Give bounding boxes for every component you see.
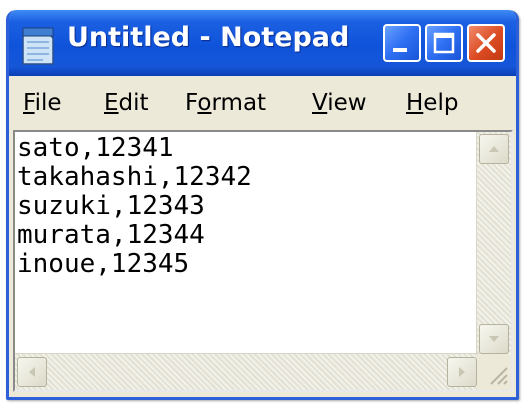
close-icon xyxy=(476,33,496,53)
text-line: sato,12341 xyxy=(17,134,174,163)
vertical-scrollbar[interactable] xyxy=(476,132,511,356)
text-line: murata,12344 xyxy=(17,220,205,250)
notepad-icon[interactable] xyxy=(21,26,55,66)
text-line: takahashi,12342 xyxy=(17,162,252,192)
close-button[interactable] xyxy=(467,24,505,62)
menu-edit[interactable]: Edit xyxy=(104,90,149,116)
size-grip[interactable] xyxy=(477,354,511,390)
horizontal-scrollbar[interactable] xyxy=(15,353,479,390)
scroll-up-arrow-icon xyxy=(489,146,499,152)
window-title: Untitled - Notepad xyxy=(67,22,350,53)
scroll-left-arrow-icon xyxy=(29,367,35,377)
text-line: inoue,12345 xyxy=(17,249,190,279)
scroll-down-button[interactable] xyxy=(479,324,509,354)
menu-file[interactable]: File xyxy=(23,90,62,116)
minimize-button[interactable] xyxy=(383,24,421,62)
scroll-down-arrow-icon xyxy=(489,336,499,342)
title-bar[interactable]: Untitled - Notepad xyxy=(9,10,516,76)
menu-help[interactable]: Help xyxy=(406,90,458,116)
minimize-icon xyxy=(393,48,407,52)
editor-area: sato,12341 takahashi,12342 suzuki,12343 … xyxy=(13,130,513,392)
menu-bar: File Edit Format View Help xyxy=(9,76,516,130)
scroll-right-arrow-icon xyxy=(459,367,465,377)
maximize-icon xyxy=(433,32,455,54)
menu-view[interactable]: View xyxy=(312,90,367,116)
scroll-right-button[interactable] xyxy=(447,357,477,387)
maximize-button[interactable] xyxy=(425,24,463,62)
scroll-up-button[interactable] xyxy=(479,134,509,164)
notepad-window: Untitled - Notepad File Edit Format View… xyxy=(6,10,519,400)
text-line: suzuki,12343 xyxy=(17,191,205,221)
scroll-left-button[interactable] xyxy=(17,357,47,387)
menu-format[interactable]: Format xyxy=(185,90,266,116)
text-editor[interactable]: sato,12341 takahashi,12342 suzuki,12343 … xyxy=(17,134,479,352)
size-grip-icon xyxy=(490,367,508,385)
